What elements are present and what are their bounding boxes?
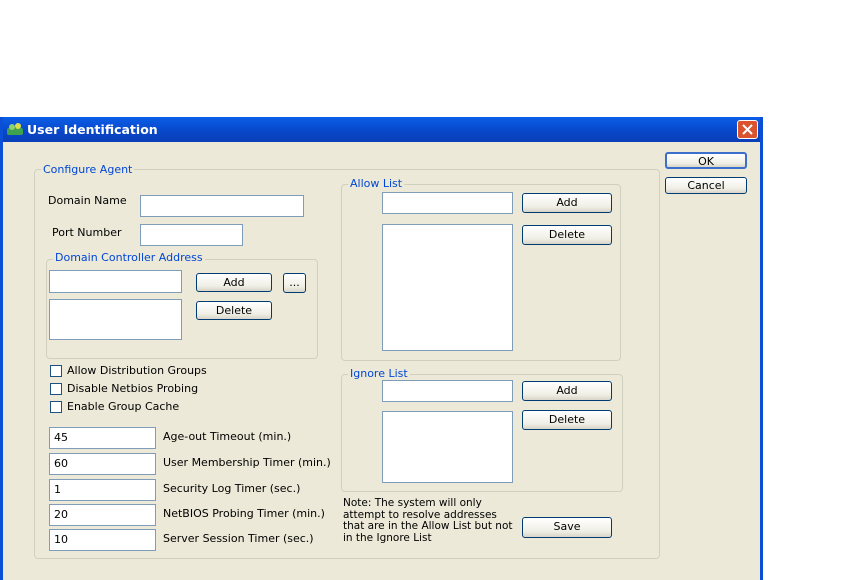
disable-netbios-probing-label: Disable Netbios Probing — [67, 382, 199, 395]
allow-add-button[interactable]: Add — [522, 193, 612, 213]
title-bar[interactable]: User Identification — [3, 117, 760, 142]
port-number-input[interactable] — [140, 224, 243, 246]
security-log-timer-label: Security Log Timer (sec.) — [163, 482, 301, 495]
dc-add-button[interactable]: Add — [196, 273, 272, 292]
save-button[interactable]: Save — [522, 517, 612, 538]
dc-address-list[interactable] — [49, 299, 182, 340]
allow-list-input[interactable] — [382, 192, 513, 214]
dc-address-legend: Domain Controller Address — [53, 251, 205, 264]
security-log-timer-input[interactable]: 1 — [49, 479, 156, 501]
allow-delete-button[interactable]: Delete — [522, 225, 612, 245]
dc-browse-button[interactable]: ... — [283, 273, 306, 293]
user-membership-timer-label: User Membership Timer (min.) — [163, 456, 331, 469]
allow-distribution-groups-checkbox[interactable] — [50, 365, 62, 377]
netbios-probing-timer-label: NetBIOS Probing Timer (min.) — [163, 507, 325, 520]
dc-delete-button[interactable]: Delete — [196, 301, 272, 320]
dc-address-input[interactable] — [49, 270, 182, 293]
age-out-timeout-label: Age-out Timeout (min.) — [163, 430, 292, 443]
enable-group-cache-label: Enable Group Cache — [67, 400, 180, 413]
close-icon — [742, 124, 753, 135]
allow-list-legend: Allow List — [348, 177, 405, 190]
user-membership-timer-input[interactable]: 60 — [49, 453, 156, 475]
enable-group-cache-checkbox[interactable] — [50, 401, 62, 413]
allow-distribution-groups-label: Allow Distribution Groups — [67, 364, 207, 377]
server-session-timer-input[interactable]: 10 — [49, 529, 156, 551]
ok-button[interactable]: OK — [665, 152, 747, 169]
app-icon — [7, 123, 23, 135]
ignore-list-legend: Ignore List — [348, 367, 410, 380]
disable-netbios-probing-checkbox[interactable] — [50, 383, 62, 395]
ignore-list-input[interactable] — [382, 380, 513, 402]
configure-agent-legend: Configure Agent — [41, 163, 135, 176]
ignore-add-button[interactable]: Add — [522, 381, 612, 401]
window-title: User Identification — [27, 122, 158, 137]
age-out-timeout-input[interactable]: 45 — [49, 427, 156, 449]
close-button[interactable] — [737, 120, 758, 139]
cancel-button[interactable]: Cancel — [665, 177, 747, 194]
allow-ignore-note: Note: The system will only attempt to re… — [343, 497, 513, 544]
ignore-delete-button[interactable]: Delete — [522, 410, 612, 430]
ignore-list-box[interactable] — [382, 411, 513, 483]
netbios-probing-timer-input[interactable]: 20 — [49, 504, 156, 526]
port-number-label: Port Number — [52, 226, 122, 239]
user-identification-dialog: User Identification Configure Agent Doma… — [0, 117, 763, 580]
server-session-timer-label: Server Session Timer (sec.) — [163, 532, 314, 545]
domain-name-input[interactable] — [140, 195, 304, 217]
allow-list-box[interactable] — [382, 224, 513, 351]
domain-name-label: Domain Name — [48, 194, 127, 207]
